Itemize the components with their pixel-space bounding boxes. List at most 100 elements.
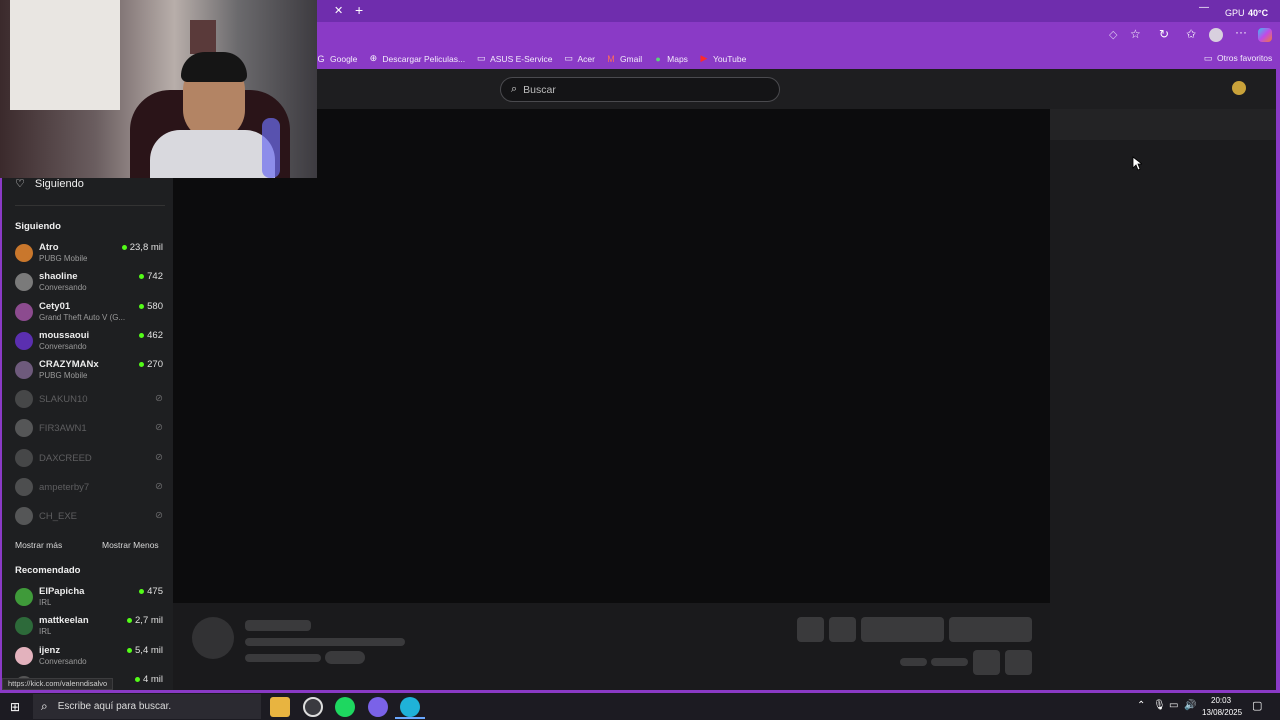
sidebar-channel-offline[interactable]: DAXCREED ⊘: [15, 445, 167, 472]
spotify-icon[interactable]: [335, 697, 355, 717]
search-icon: ⌕: [511, 83, 518, 95]
sidebar-channel[interactable]: ElPapicha IRL 475: [15, 584, 167, 611]
avatar: [15, 273, 33, 292]
button-skeleton: [861, 617, 944, 642]
avatar: [15, 419, 33, 438]
more-options-icon[interactable]: ···: [1235, 25, 1247, 39]
obs-icon[interactable]: [303, 697, 323, 717]
gmail-icon: M: [607, 53, 615, 64]
channel-category: Conversando: [39, 656, 87, 666]
viewer-count: 2,7 mil: [127, 615, 163, 626]
sidebar-channel-offline[interactable]: SLAKUN10 ⊘: [15, 386, 167, 413]
sidebar-channel[interactable]: Cety01 Grand Theft Auto V (G... 580: [15, 299, 167, 326]
discord-icon[interactable]: [368, 697, 388, 717]
microphone-picture: [262, 118, 280, 178]
volume-icon[interactable]: 🔊: [1184, 700, 1196, 711]
microphone-icon[interactable]: 🎙: [1153, 700, 1166, 711]
avatar: [15, 507, 33, 526]
stat-skeleton: [931, 658, 968, 666]
sidebar-channel[interactable]: CRAZYMANx PUBG Mobile 270: [15, 357, 167, 384]
sidebar: ♡ Siguiendo Siguiendo Atro PUBG Mobile 23,…: [2, 109, 173, 694]
live-dot-icon: [139, 332, 145, 338]
bookmark-descargar[interactable]: ⊕ Descargar Peliculas...: [368, 53, 465, 64]
favorite-star-icon[interactable]: ☆: [1130, 27, 1141, 41]
viewer-count: 23,8 mil: [121, 242, 163, 253]
bookmark-gmail[interactable]: M Gmail: [606, 54, 642, 64]
live-dot-icon: [139, 303, 145, 309]
folder-icon: ▭: [476, 53, 486, 63]
close-tab-icon[interactable]: ✕: [334, 4, 343, 17]
person-shirt-picture: [150, 130, 275, 178]
chat-header: [1050, 109, 1276, 140]
webcam-overlay: [0, 0, 317, 178]
show-more-link[interactable]: Mostrar más: [15, 540, 62, 550]
tray-chevron-icon[interactable]: ⌃: [1137, 700, 1145, 711]
notifications-icon[interactable]: ▢: [1252, 699, 1262, 712]
sidebar-channel-offline[interactable]: ampeterby7 ⊘: [15, 474, 167, 501]
minimize-icon[interactable]: —: [1199, 2, 1209, 13]
live-dot-icon: [139, 589, 145, 594]
sidebar-channel-offline[interactable]: FIR3AWN1 ⊘: [15, 415, 167, 442]
live-dot-icon: [139, 362, 145, 368]
offline-icon: ⊘: [155, 451, 163, 463]
user-avatar[interactable]: [1232, 81, 1246, 95]
maps-icon: ●: [655, 53, 661, 64]
clock-time[interactable]: 20:03: [1211, 696, 1231, 705]
video-player[interactable]: [173, 109, 1050, 603]
clock-date[interactable]: 13/08/2025: [1202, 708, 1242, 717]
sidebar-nav-following[interactable]: ♡ Siguiendo: [15, 177, 84, 191]
subtitle-skeleton: [245, 638, 405, 646]
sidebar-channel[interactable]: ijenz Conversando 5,4 mil: [15, 643, 167, 670]
avatar: [15, 477, 33, 496]
sidebar-channel[interactable]: mattkeelan IRL 2,7 mil: [15, 613, 167, 640]
refresh-icon[interactable]: ↻: [1159, 27, 1169, 41]
live-dot-icon: [139, 274, 145, 280]
edge-icon[interactable]: [400, 697, 420, 717]
windows-start-icon[interactable]: ⊞: [10, 700, 20, 714]
search-icon: ⌕: [41, 699, 48, 713]
sidebar-channel-offline[interactable]: CH_EXE ⊘: [15, 503, 167, 530]
new-tab-icon[interactable]: +: [355, 2, 363, 18]
channel-name: ijenz: [39, 644, 61, 656]
bookmark-google[interactable]: G Google: [316, 54, 357, 64]
section-title-following: Siguiendo: [15, 221, 61, 232]
sidebar-channel[interactable]: moussaoui Conversando 462: [15, 328, 167, 355]
avatar: [15, 244, 33, 262]
live-dot-icon: [121, 245, 127, 250]
viewer-count-text: 270: [147, 359, 163, 371]
bookmark-acer[interactable]: ▭ Acer: [563, 53, 595, 64]
bookmark-maps[interactable]: ● Maps: [653, 54, 688, 64]
channel-name: ElPapicha: [39, 586, 85, 597]
network-icon[interactable]: ▭: [1169, 700, 1178, 711]
folder-icon: ▭: [564, 53, 573, 63]
viewer-count: 742: [139, 271, 163, 282]
viewer-count-text: 23,8 mil: [129, 242, 163, 253]
person-cap-picture: [181, 52, 247, 82]
channel-name: shaoline: [39, 271, 78, 283]
channel-avatar-skeleton: [192, 617, 234, 659]
viewer-count: 4 mil: [134, 674, 163, 685]
active-app-indicator: [395, 717, 425, 719]
tag-icon[interactable]: ◇: [1109, 28, 1117, 41]
offline-icon: ⊘: [155, 510, 163, 522]
viewer-count: 270: [139, 359, 163, 370]
sidebar-channel[interactable]: Atro PUBG Mobile 23,8 mil: [15, 240, 167, 267]
search-input[interactable]: ⌕ Buscar: [500, 77, 780, 102]
stream-info-placeholder: [173, 603, 1050, 690]
viewer-count-text: 580: [147, 300, 163, 312]
favorites-icon[interactable]: ✩: [1186, 27, 1196, 41]
channel-category: IRL: [39, 598, 52, 607]
bookmark-asus[interactable]: ▭ ASUS E-Service: [476, 53, 553, 64]
taskbar-search-input[interactable]: ⌕ Escribe aquí para buscar.: [33, 694, 261, 719]
channel-category: Conversando: [39, 283, 87, 293]
show-less-link[interactable]: Mostrar Menos: [102, 540, 159, 550]
file-explorer-icon[interactable]: [270, 697, 290, 717]
sidebar-channel[interactable]: shaoline Conversando 742: [15, 269, 167, 296]
copilot-icon[interactable]: [1258, 28, 1272, 42]
profile-avatar[interactable]: [1209, 28, 1223, 42]
sidebar-divider: [15, 205, 165, 206]
other-favorites[interactable]: ▭ Otros favoritos: [1203, 53, 1273, 64]
avatar: [15, 588, 33, 606]
bookmark-youtube[interactable]: ▶ YouTube: [699, 53, 746, 64]
viewer-count-text: 742: [147, 271, 163, 283]
